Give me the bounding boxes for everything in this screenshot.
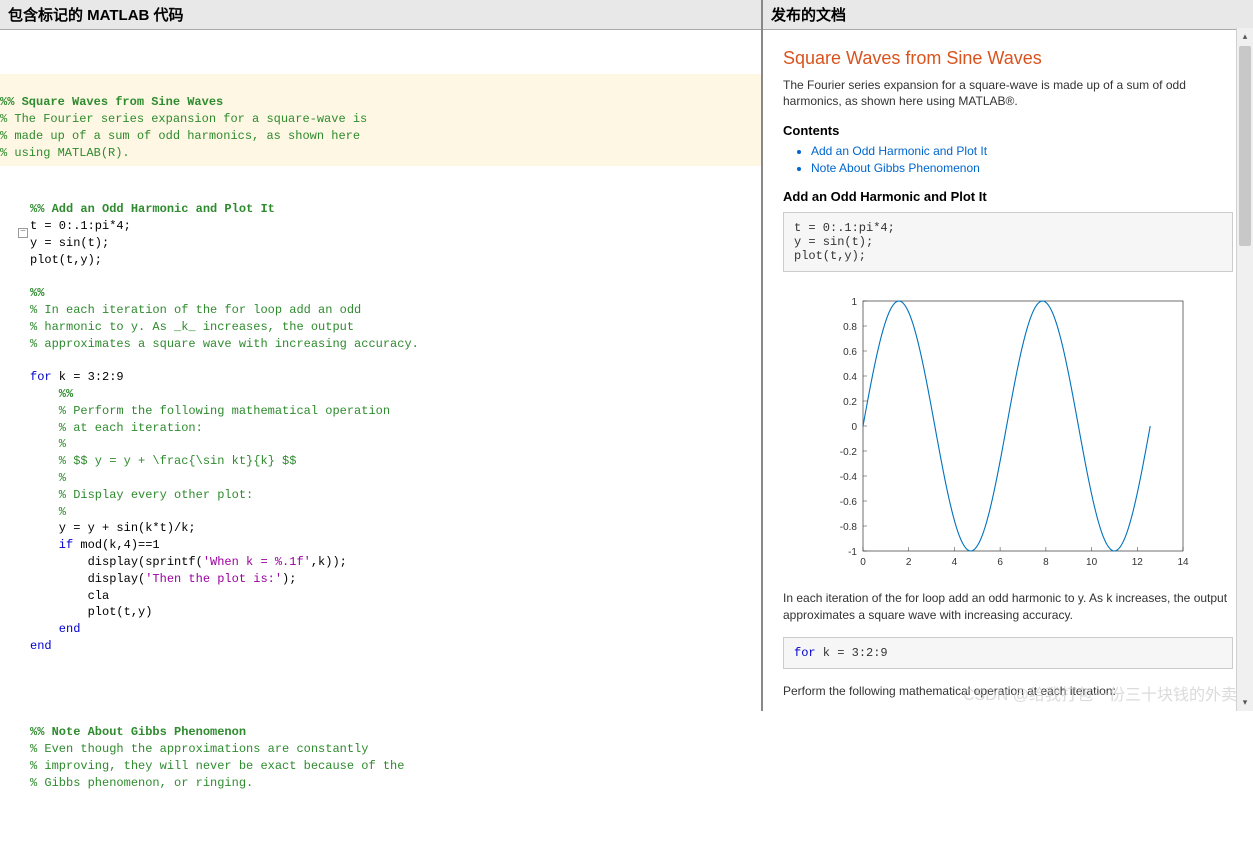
code-cell-title: %% Square Waves from Sine Waves % The Fo…: [0, 74, 761, 166]
svg-text:2: 2: [906, 557, 912, 568]
fold-toggle-icon[interactable]: −: [18, 228, 28, 238]
matlab-code-panel: 包含标记的 MATLAB 代码 %% Square Waves from Sin…: [0, 0, 762, 711]
for-line: for k = 3:2:9: [30, 370, 124, 384]
left-panel-header: 包含标记的 MATLAB 代码: [0, 0, 761, 30]
svg-text:0: 0: [860, 557, 866, 568]
scroll-up-icon[interactable]: ▴: [1237, 28, 1253, 45]
contents-heading: Contents: [783, 123, 1233, 138]
svg-text:4: 4: [952, 557, 958, 568]
svg-text:-1: -1: [848, 547, 857, 558]
doc-code-block-2: for k = 3:2:9: [783, 637, 1233, 669]
svg-text:-0.4: -0.4: [840, 472, 858, 483]
section-header: %% Add an Odd Harmonic and Plot It: [30, 202, 275, 216]
section-1-title: Add an Odd Harmonic and Plot It: [783, 189, 1233, 204]
svg-text:0.6: 0.6: [843, 347, 857, 358]
toc-link-2[interactable]: Note About Gibbs Phenomenon: [811, 161, 980, 175]
doc-para-1: In each iteration of the for loop add an…: [783, 590, 1233, 622]
svg-text:14: 14: [1177, 557, 1189, 568]
published-doc-panel: 发布的文档 Square Waves from Sine Waves The F…: [762, 0, 1253, 711]
svg-text:-0.8: -0.8: [840, 522, 858, 533]
scroll-down-icon[interactable]: ▾: [1237, 694, 1253, 711]
section-header: %% Note About Gibbs Phenomenon: [30, 725, 246, 739]
doc-intro: The Fourier series expansion for a squar…: [783, 77, 1233, 109]
toc-link-1[interactable]: Add an Odd Harmonic and Plot It: [811, 144, 987, 158]
scrollbar-thumb[interactable]: [1239, 46, 1251, 246]
code-editor[interactable]: %% Square Waves from Sine Waves % The Fo…: [0, 30, 761, 850]
svg-text:-0.2: -0.2: [840, 447, 858, 458]
contents-list: Add an Odd Harmonic and Plot It Note Abo…: [783, 144, 1233, 175]
svg-text:1: 1: [851, 297, 857, 308]
sine-plot: 1 0.8 0.6 0.4 0.2 0 -0.2 -0.4 -0.6 -0.8 …: [818, 286, 1198, 576]
doc-para-2: Perform the following mathematical opera…: [783, 683, 1233, 699]
doc-viewer[interactable]: Square Waves from Sine Waves The Fourier…: [763, 30, 1253, 713]
svg-text:0.2: 0.2: [843, 397, 857, 408]
svg-text:0: 0: [851, 422, 857, 433]
scrollbar[interactable]: ▴ ▾: [1236, 28, 1253, 711]
doc-code-block-1: t = 0:.1:pi*4; y = sin(t); plot(t,y);: [783, 212, 1233, 272]
svg-text:6: 6: [997, 557, 1003, 568]
doc-title: Square Waves from Sine Waves: [783, 48, 1233, 69]
svg-text:0.4: 0.4: [843, 372, 857, 383]
svg-text:0.8: 0.8: [843, 322, 857, 333]
svg-text:10: 10: [1086, 557, 1098, 568]
svg-text:8: 8: [1043, 557, 1049, 568]
right-panel-header: 发布的文档: [763, 0, 1253, 30]
svg-text:-0.6: -0.6: [840, 497, 858, 508]
svg-text:12: 12: [1132, 557, 1144, 568]
